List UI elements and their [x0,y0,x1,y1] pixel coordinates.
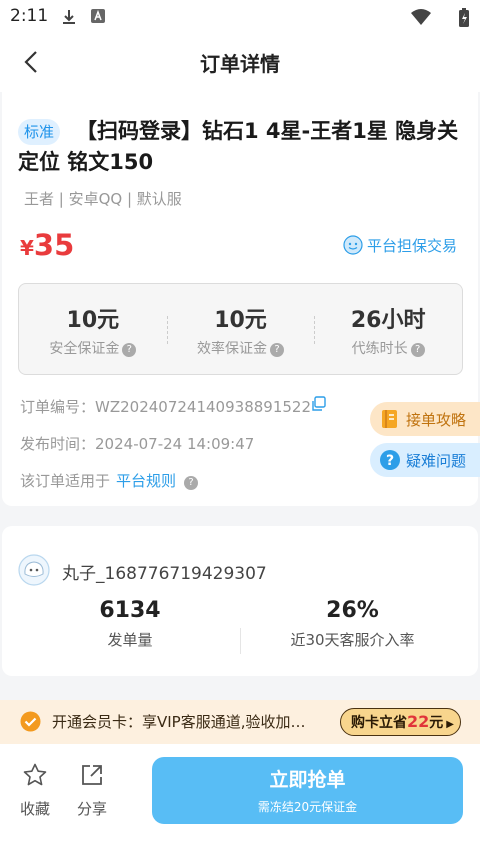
stat-value: 10元 [66,308,120,333]
publisher-intervene-rate: 26% 近30天客服介入率 [270,598,435,650]
check-icon [20,711,41,732]
publish-time-label: 发布时间： [20,435,96,453]
status-bar: 2:11 [0,0,480,32]
download-icon [63,10,75,24]
buy-card-prefix: 购卡立省 [351,715,407,731]
stat-value: 10元 [214,308,267,333]
star-icon [23,763,47,786]
favorite-button[interactable]: 收藏 [15,762,55,819]
buy-card-suffix: 元 [429,715,444,731]
order-meta: 王者 | 安卓QQ | 默认服 [24,190,182,208]
question-icon: ? [380,450,400,470]
platform-rules-link[interactable]: 平台规则 [116,472,176,490]
publisher-order-count: 6134 发单量 [60,598,200,650]
arrow-right-icon: ▶ [446,719,454,730]
copy-icon[interactable] [310,396,326,412]
wifi-icon [411,9,431,25]
order-price: ¥35 [20,228,74,262]
platform-guarantee[interactable]: 平台担保交易 [343,234,457,256]
intervene-rate-value: 26% [326,598,379,623]
faq-button[interactable]: ? 疑难问题 [370,443,480,477]
buy-card-button[interactable]: 购卡立省22元 ▶ [340,708,461,736]
order-number: WZ20240724140938891522 [95,398,311,416]
vip-text: 开通会员卡：享VIP客服通道,验收加… [52,713,306,731]
favorite-label: 收藏 [19,800,50,818]
order-stats: 10元 安全保证金? 10元 效率保证金? 26小时 代练时长? [18,283,463,375]
bottom-action-bar: 收藏 分享 立即抢单 需冻结20元保证金 [0,744,480,853]
guarantee-icon [343,235,363,255]
price-symbol: ¥ [20,236,34,260]
stat-value: 26小时 [350,308,426,333]
avatar-icon[interactable] [18,554,50,586]
notification-icon [91,9,105,23]
order-guide-button[interactable]: 接单攻略 [370,402,480,436]
buy-card-amount: 22 [407,712,430,731]
order-count-value: 6134 [99,598,161,623]
rule-text: 该订单适用于 [20,472,111,490]
order-title: 【扫码登录】钻石1 4星-王者1星 隐身关定位 铭文150 [18,119,459,174]
intervene-rate-label: 近30天客服介入率 [290,631,415,649]
guide-label: 接单攻略 [406,410,467,429]
stat-label: 效率保证金 [197,341,267,357]
publisher-name: 丸子_168776719429307 [62,564,267,584]
svg-text:?: ? [386,453,394,469]
guarantee-label: 平台担保交易 [367,236,458,255]
rule-row: 该订单适用于 平台规则? [20,470,199,491]
stat-duration: 26小时 代练时长? [314,284,462,374]
stat-security-deposit: 10元 安全保证金? [19,284,167,374]
status-time: 2:11 [10,6,49,26]
help-icon[interactable]: ? [270,343,284,357]
share-button[interactable]: 分享 [72,762,112,819]
stats-divider [240,628,241,654]
share-icon [82,765,102,785]
vip-banner[interactable]: 开通会员卡：享VIP客服通道,验收加… 购卡立省22元 ▶ [0,700,480,744]
order-number-label: 订单编号： [20,398,96,416]
nav-bar: 订单详情 [0,32,480,92]
help-icon[interactable]: ? [184,476,199,490]
share-label: 分享 [76,800,107,818]
page-title: 订单详情 [200,52,280,76]
grab-order-deposit-note: 需冻结20元保证金 [257,800,358,814]
grab-order-label: 立即抢单 [269,769,346,791]
faq-label: 疑难问题 [406,451,467,470]
battery-icon [459,8,469,27]
stat-label: 代练时长 [351,341,408,357]
order-count-label: 发单量 [107,631,153,649]
stat-label: 安全保证金 [49,341,120,357]
publish-time-row: 发布时间：2024-07-24 14:09:47 [20,433,254,454]
help-icon[interactable]: ? [410,343,425,357]
publish-time: 2024-07-24 14:09:47 [95,435,255,453]
order-number-row: 订单编号：WZ20240724140938891522 [20,396,311,417]
grab-order-button[interactable]: 立即抢单 需冻结20元保证金 [152,757,463,824]
price-value: 35 [33,228,75,262]
help-icon[interactable]: ? [122,343,137,357]
guide-book-icon [382,410,397,428]
stat-efficiency-deposit: 10元 效率保证金? [166,284,315,374]
